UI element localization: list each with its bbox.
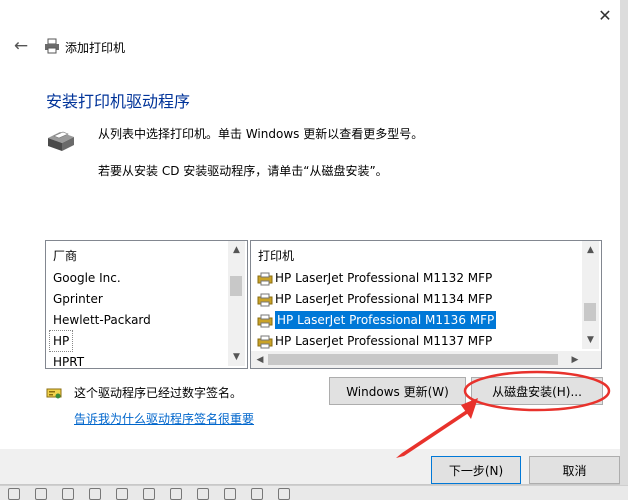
background-taskbar-strip: [0, 485, 628, 500]
taskbar-icon: [89, 488, 101, 500]
taskbar-icon: [143, 488, 155, 500]
background-window-edge: [620, 0, 628, 499]
signed-driver-icon: [46, 388, 62, 399]
printer-driver-icon: [257, 293, 273, 306]
printer-item-label: HP LaserJet Professional M1134 MFP: [275, 292, 493, 306]
printer-item-selected[interactable]: HP LaserJet Professional M1136 MFP: [257, 310, 497, 330]
next-button[interactable]: 下一步(N): [431, 456, 521, 484]
printer-item-label: HP LaserJet Professional M1137 MFP: [275, 334, 493, 348]
scroll-left-icon[interactable]: ◀: [252, 351, 268, 368]
manufacturer-item-selected[interactable]: HP: [48, 330, 74, 352]
taskbar-icon: [35, 488, 47, 500]
add-printer-window: ✕ ← 添加打印机 安装打印机驱动程序 从列表中选择打印机。单击 Windows…: [0, 0, 621, 485]
scroll-thumb[interactable]: [584, 303, 596, 321]
printer-item[interactable]: HP LaserJet Professional M1132 MFP: [257, 268, 492, 288]
taskbar-icon: [116, 488, 128, 500]
scroll-up-icon[interactable]: ▲: [582, 242, 599, 258]
scroll-up-icon[interactable]: ▲: [228, 242, 245, 258]
have-disk-button[interactable]: 从磁盘安装(H)...: [471, 377, 603, 405]
scrollbar-corner: [584, 351, 601, 368]
close-icon[interactable]: ✕: [591, 2, 619, 28]
taskbar-icon: [197, 488, 209, 500]
printer-title-icon: [45, 38, 59, 54]
window-title: 添加打印机: [65, 41, 126, 55]
printer-list-header: 打印机: [258, 249, 295, 263]
scroll-thumb[interactable]: [230, 276, 242, 296]
cancel-button[interactable]: 取消: [529, 456, 620, 484]
signature-status-text: 这个驱动程序已经过数字签名。: [74, 386, 243, 400]
signature-help-link[interactable]: 告诉我为什么驱动程序签名很重要: [74, 410, 254, 427]
manufacturer-item[interactable]: Hewlett-Packard: [53, 310, 151, 330]
scroll-down-icon[interactable]: ▼: [228, 349, 245, 365]
scroll-right-icon[interactable]: ▶: [567, 351, 583, 368]
manufacturer-item[interactable]: Gprinter: [53, 289, 103, 309]
scroll-down-icon[interactable]: ▼: [582, 332, 599, 348]
printer-horizontal-scrollbar[interactable]: ◀ ▶: [251, 351, 584, 368]
page-heading: 安装打印机驱动程序: [46, 92, 191, 111]
instruction-text-1: 从列表中选择打印机。单击 Windows 更新以查看更多型号。: [98, 127, 424, 141]
printer-vertical-scrollbar[interactable]: ▲ ▼: [582, 241, 599, 349]
taskbar-icon: [278, 488, 290, 500]
taskbar-icon: [251, 488, 263, 500]
manufacturer-list-header: 厂商: [53, 249, 78, 263]
scroll-thumb[interactable]: [268, 354, 558, 365]
taskbar-icon: [224, 488, 236, 500]
manufacturer-item[interactable]: Google Inc.: [53, 268, 121, 288]
instruction-text-2: 若要从安装 CD 安装驱动程序，请单击“从磁盘安装”。: [98, 164, 388, 178]
printer-item-label: HP LaserJet Professional M1136 MFP: [275, 311, 497, 329]
printer-driver-icon: [257, 272, 273, 285]
printer-driver-icon: [257, 314, 273, 327]
printer-icon: [48, 131, 74, 151]
printer-item[interactable]: HP LaserJet Professional M1137 MFP: [257, 331, 492, 351]
printer-driver-icon: [257, 335, 273, 348]
manufacturer-list[interactable]: 厂商 Google Inc. Gprinter Hewlett-Packard …: [45, 240, 248, 369]
manufacturer-item[interactable]: HPRT: [53, 352, 84, 368]
dialog-footer: [0, 449, 620, 484]
taskbar-icon: [170, 488, 182, 500]
taskbar-icon: [62, 488, 74, 500]
windows-update-button[interactable]: Windows 更新(W): [329, 377, 466, 405]
printer-item-label: HP LaserJet Professional M1132 MFP: [275, 271, 493, 285]
back-arrow-icon[interactable]: ←: [11, 36, 31, 56]
manufacturer-scrollbar[interactable]: ▲ ▼: [228, 241, 245, 366]
printer-item[interactable]: HP LaserJet Professional M1134 MFP: [257, 289, 492, 309]
printer-list[interactable]: 打印机 HP LaserJet Professional M1132 MFP H…: [250, 240, 602, 369]
taskbar-icon: [8, 488, 20, 500]
